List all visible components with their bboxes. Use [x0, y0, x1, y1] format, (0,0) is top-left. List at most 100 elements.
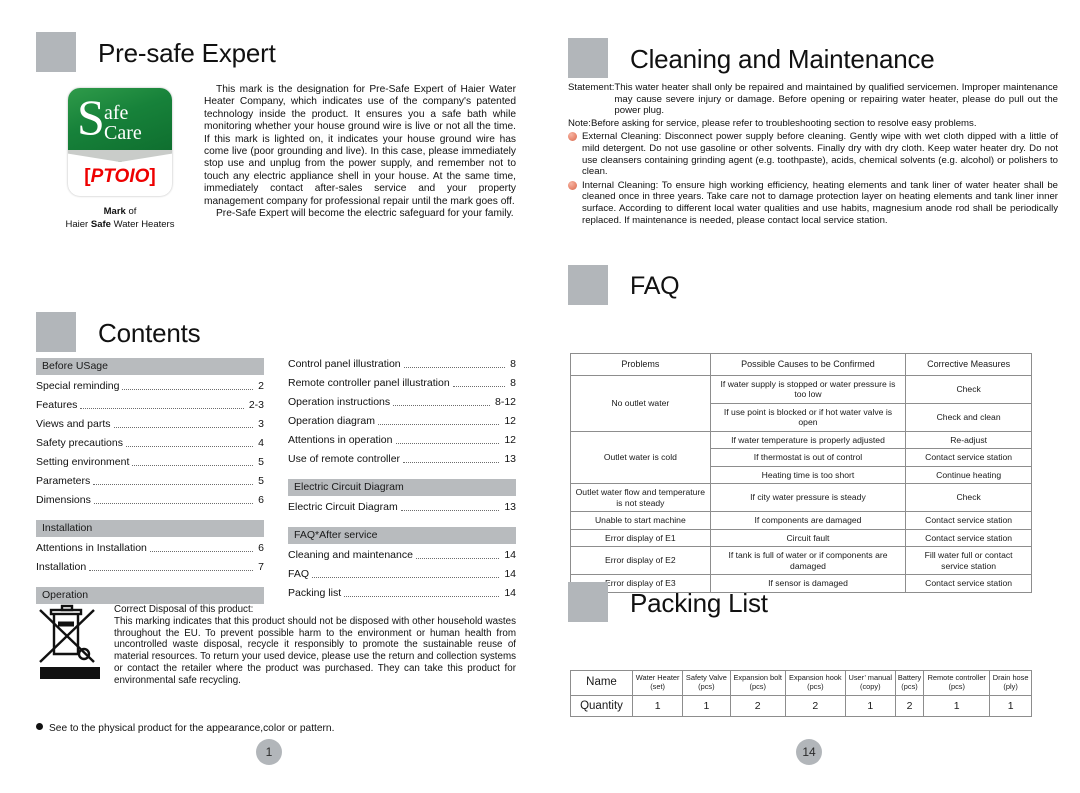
ptoio-badge: [PTOIO]: [84, 166, 156, 187]
packing-row-header-quantity: Quantity: [570, 694, 633, 718]
toc-entry[interactable]: Views and parts 3: [36, 418, 264, 431]
note-label: Note:: [568, 117, 591, 129]
toc-leader-dots: [400, 510, 500, 511]
heading-square-icon: [568, 38, 608, 78]
bullet-dot-icon: [36, 723, 43, 730]
toc-group-bar: Before USage: [36, 358, 264, 375]
toc-entry[interactable]: Attentions in Installation 6: [36, 542, 264, 555]
toc-entry-page: 7: [258, 561, 264, 573]
faq-column-header: Problems: [570, 353, 711, 376]
toc-entry[interactable]: Electric Circuit Diagram 13: [288, 501, 516, 514]
faq-measure-cell: Contact service station: [905, 528, 1032, 547]
toc-leader-dots: [80, 408, 244, 409]
toc-entry-label: Remote controller panel illustration: [288, 377, 450, 389]
weee-crossed-bin-icon: [36, 604, 104, 686]
toc-entry-label: Electric Circuit Diagram: [288, 501, 398, 513]
note-row: Note: Before asking for service, please …: [568, 118, 1058, 130]
toc-entry[interactable]: Control panel illustration 8: [288, 358, 516, 371]
toc-group-bar: FAQ*After service: [288, 527, 516, 544]
faq-column-header: Corrective Measures: [905, 353, 1032, 376]
table-row: Outlet water is cold If water temperature…: [570, 430, 1032, 484]
toc-entry-label: Features: [36, 399, 78, 411]
toc-leader-dots: [393, 405, 490, 406]
packing-item-name: Water Heater (set): [631, 670, 684, 696]
faq-table-header-row: Problems Possible Causes to be Confirmed C…: [570, 353, 1032, 376]
faq-column-header: Possible Causes to be Confirmed: [709, 353, 907, 376]
packing-item-quantity: 2: [894, 694, 925, 718]
logo-caption-line1: Mark of: [60, 205, 180, 218]
logo-caption-mark: Mark: [103, 206, 126, 217]
toc-entry[interactable]: Special reminding 2: [36, 380, 264, 393]
toc-leader-dots: [122, 389, 254, 390]
logo-caption-waterheaters: Water Heaters: [110, 219, 175, 230]
toc-leader-dots: [377, 424, 500, 425]
cleaning-maintenance-section: Cleaning and Maintenance Statement: This…: [568, 38, 1058, 226]
toc-entry-page: 14: [504, 549, 516, 561]
packing-item-quantity: 1: [989, 694, 1032, 718]
toc-entry[interactable]: Features 2-3: [36, 399, 264, 412]
faq-measure-cell: Re-adjust: [905, 430, 1032, 449]
toc-entry-label: Setting environment: [36, 456, 130, 468]
toc-entry-page: 13: [504, 453, 516, 465]
toc-entry[interactable]: Installation 7: [36, 561, 264, 574]
faq-problem-cell: Error display of E1: [570, 528, 711, 547]
contents-heading: Contents: [36, 312, 516, 354]
toc-entry-label: Dimensions: [36, 494, 91, 506]
logo-wordmark: S afe Care: [68, 92, 172, 156]
statement-label: Statement:: [568, 82, 615, 93]
logo-caption-haier: Haier: [65, 219, 91, 230]
appearance-footnote: See to the physical product for the appe…: [36, 722, 516, 736]
faq-cause-cell: Circuit fault: [709, 528, 907, 547]
toc-entry[interactable]: Operation diagram 12: [288, 415, 516, 428]
left-page: Pre-safe Expert S afe Care [PTOIO] Mark …: [0, 0, 540, 793]
toc-entry-page: 5: [258, 456, 264, 468]
toc-entry-label: FAQ: [288, 568, 310, 580]
toc-entry[interactable]: Attentions in operation 12: [288, 434, 516, 447]
toc-entry[interactable]: Parameters 5: [36, 475, 264, 488]
toc-entry-label: Views and parts: [36, 418, 111, 430]
packing-name-row: Name Water Heater (set) Safety Valve (pcs) Ex…: [570, 670, 1032, 696]
toc-entry[interactable]: Use of remote controller 13: [288, 453, 516, 466]
toc-spacer: [288, 520, 516, 527]
toc-entry[interactable]: Setting environment 5: [36, 456, 264, 469]
toc-group-bar: Electric Circuit Diagram: [288, 479, 516, 496]
toc-spacer: [36, 513, 264, 520]
page-number-right: 14: [796, 739, 822, 765]
logo-caption-line2: Haier Safe Water Heaters: [60, 218, 180, 231]
cleaning-bullet-list: External Cleaning: Disconnect power supp…: [568, 131, 1058, 226]
packing-item-name: Expansion bolt (pcs): [729, 670, 786, 696]
toc-entry[interactable]: Operation instructions 8-12: [288, 396, 516, 409]
toc-entry-label: Operation instructions: [288, 396, 391, 408]
cleaning-bullet-icon: [568, 180, 577, 190]
toc-entry[interactable]: Safety precautions 4: [36, 437, 264, 450]
page-title: Pre-safe Expert: [98, 38, 276, 68]
toc-entry-label: Control panel illustration: [288, 358, 401, 370]
toc-group-bar: Installation: [36, 520, 264, 537]
toc-leader-dots: [403, 462, 500, 463]
contents-section: Contents Before USage Special reminding 2 F…: [36, 312, 516, 604]
toc-entry-page: 13: [504, 501, 516, 513]
faq-section: FAQ Problems Possible Causes to be Confir…: [568, 265, 1058, 593]
toc-leader-dots: [89, 570, 254, 571]
toc-entry-page: 3: [258, 418, 264, 430]
toc-entry[interactable]: Packing list 14: [288, 587, 516, 600]
faq-table: Problems Possible Causes to be Confirmed C…: [570, 353, 1032, 593]
toc-entry[interactable]: Remote controller panel illustration 8: [288, 377, 516, 390]
toc-entry-page: 6: [258, 494, 264, 506]
faq-cause-cell: Heating time is too short: [709, 465, 907, 484]
toc-leader-dots: [149, 551, 254, 552]
presafe-heading: Pre-safe Expert: [36, 32, 516, 74]
packing-item-quantity: 1: [844, 694, 896, 718]
toc-leader-dots: [312, 577, 500, 578]
toc-entry[interactable]: Cleaning and maintenance 14: [288, 549, 516, 562]
faq-measure-cell: Fill water full or contact service stati…: [905, 546, 1032, 575]
logo-caption-safe: Safe: [90, 219, 111, 230]
faq-measure-cell: Check: [905, 374, 1032, 404]
toc-column-left: Before USage Special reminding 2 Features 2-…: [36, 358, 264, 609]
packing-row-header-name: Name: [570, 670, 633, 696]
toc-entry[interactable]: Dimensions 6: [36, 494, 264, 507]
toc-entry[interactable]: FAQ 14: [288, 568, 516, 581]
faq-problem-cell: No outlet water: [570, 374, 711, 432]
toc-entry-page: 14: [504, 568, 516, 580]
toc-leader-dots: [344, 596, 500, 597]
